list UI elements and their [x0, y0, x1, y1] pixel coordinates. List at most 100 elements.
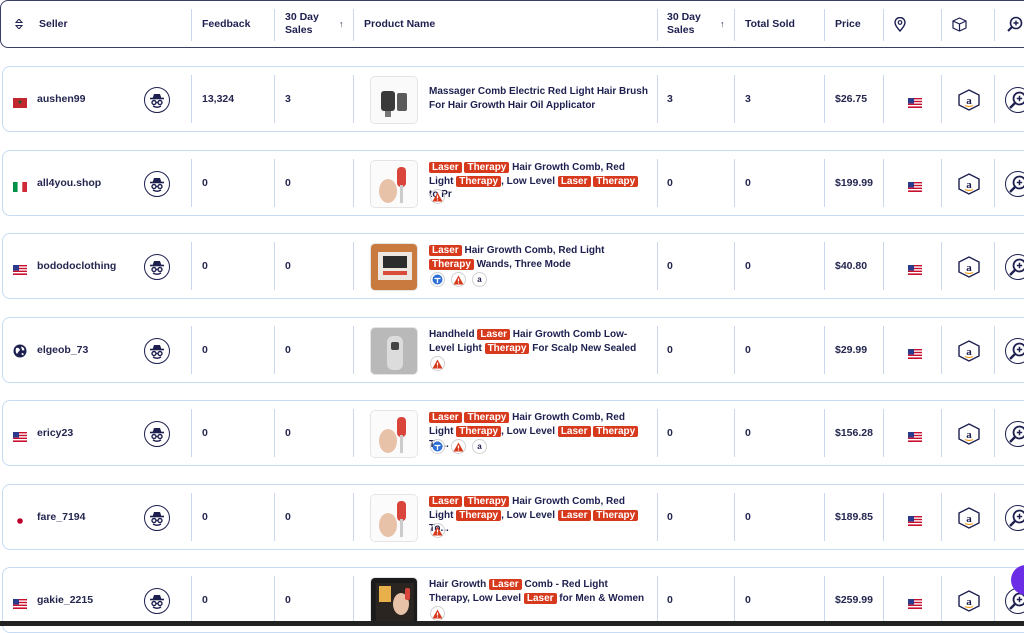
price: $199.99 [835, 177, 873, 189]
brand-icon[interactable] [430, 439, 445, 454]
price: $259.99 [835, 594, 873, 606]
product-name-link[interactable]: Massager Comb Electric Red Light Hair Br… [429, 85, 649, 112]
header-30-day-sales-2[interactable]: 30 Day Sales [667, 1, 701, 47]
warning-icon[interactable] [430, 523, 445, 538]
seller-name[interactable]: ericy23 [37, 427, 73, 439]
seller-name[interactable]: elgeob_73 [37, 344, 88, 356]
amazon-product-icon[interactable]: a [958, 507, 980, 529]
seller-name[interactable]: gakie_2215 [37, 594, 93, 606]
us-flag-icon [908, 262, 921, 271]
zoom-in-icon[interactable] [1005, 171, 1024, 197]
product-name-text: Hair Growth [429, 579, 489, 590]
keyword-highlight: Laser [489, 579, 522, 590]
product-badges: a [430, 439, 487, 454]
zoom-in-icon[interactable] [1005, 87, 1024, 113]
package-icon[interactable] [952, 1, 967, 47]
zoom-in-icon[interactable] [1005, 254, 1024, 280]
feedback-count: 0 [202, 260, 208, 272]
product-thumbnail[interactable] [370, 160, 418, 208]
product-badges [430, 606, 445, 621]
sales-30-day: 0 [285, 427, 291, 439]
table-row[interactable]: all4you.shop 0 0 Laser Therapy Hair Growth … [2, 150, 1024, 216]
us-flag-icon [13, 596, 27, 614]
us-flag-icon [908, 429, 921, 438]
header-product-name[interactable]: Product Name [364, 1, 435, 47]
sort-updown-icon[interactable] [15, 1, 23, 47]
product-name-link[interactable]: Laser Therapy Hair Growth Comb, Red Ligh… [429, 495, 649, 536]
spy-seller-icon[interactable] [144, 87, 170, 113]
product-name-link[interactable]: Laser Therapy Hair Growth Comb, Red Ligh… [429, 161, 649, 202]
zoom-in-icon[interactable] [1005, 505, 1024, 531]
keyword-highlight: Therapy [464, 496, 509, 507]
warning-icon[interactable] [430, 189, 445, 204]
sort-arrow-icon[interactable]: ↑ [339, 19, 344, 29]
svg-text:a: a [966, 429, 972, 441]
zoom-in-icon[interactable] [1005, 421, 1024, 447]
zoom-in-icon[interactable] [1007, 1, 1023, 47]
seller-name[interactable]: aushen99 [37, 93, 85, 105]
svg-text:a: a [966, 596, 972, 608]
keyword-highlight: Laser [429, 496, 462, 507]
product-thumbnail[interactable] [370, 494, 418, 542]
header-total-sold[interactable]: Total Sold [745, 1, 795, 47]
warning-icon[interactable] [430, 356, 445, 371]
total-sold: 0 [745, 260, 751, 272]
table-row[interactable]: fare_719400Laser Therapy Hair Growth Com… [2, 484, 1024, 550]
product-name-text: , Low Level [501, 510, 558, 521]
header-seller[interactable]: Seller [39, 1, 68, 47]
total-sold: 0 [745, 511, 751, 523]
product-thumbnail[interactable] [370, 410, 418, 458]
amazon-icon[interactable]: a [472, 439, 487, 454]
total-sold: 3 [745, 93, 751, 105]
header-30-day-sales[interactable]: 30 Day Sales [285, 1, 319, 47]
product-name-link[interactable]: Handheld Laser Hair Growth Comb Low-Leve… [429, 328, 649, 355]
spy-seller-icon[interactable] [144, 421, 170, 447]
amazon-icon[interactable]: a [472, 272, 487, 287]
us-flag-icon [908, 179, 921, 188]
seller-name[interactable]: fare_7194 [37, 511, 85, 523]
product-thumbnail[interactable] [370, 243, 418, 291]
spy-seller-icon[interactable] [144, 338, 170, 364]
spy-seller-icon[interactable] [144, 505, 170, 531]
warning-icon[interactable] [451, 439, 466, 454]
spy-seller-icon[interactable] [144, 254, 170, 280]
product-thumbnail[interactable] [370, 577, 418, 625]
keyword-highlight: Laser [524, 593, 557, 604]
keyword-highlight: Laser [429, 162, 462, 173]
product-name-link[interactable]: Laser Hair Growth Comb, Red Light Therap… [429, 244, 649, 271]
warning-icon[interactable] [451, 272, 466, 287]
product-thumbnail[interactable] [370, 76, 418, 124]
feedback-count: 0 [202, 427, 208, 439]
warning-icon[interactable] [430, 606, 445, 621]
amazon-product-icon[interactable]: a [958, 590, 980, 612]
spy-seller-icon[interactable] [144, 171, 170, 197]
sort-arrow-icon[interactable]: ↑ [720, 19, 725, 29]
seller-name[interactable]: bododoclothing [37, 260, 116, 272]
total-sold: 0 [745, 177, 751, 189]
price: $156.28 [835, 427, 873, 439]
brand-icon[interactable] [430, 272, 445, 287]
map-pin-icon[interactable] [894, 1, 906, 47]
sales-30-day: 0 [285, 344, 291, 356]
amazon-product-icon[interactable]: a [958, 89, 980, 111]
amazon-product-icon[interactable]: a [958, 173, 980, 195]
table-row[interactable]: elgeob_7300Handheld Laser Hair Growth Co… [2, 317, 1024, 383]
table-row[interactable]: ericy2300Laser Therapy Hair Growth Comb,… [2, 400, 1024, 466]
header-price[interactable]: Price [835, 1, 861, 47]
zoom-in-icon[interactable] [1005, 338, 1024, 364]
product-name-link[interactable]: Hair Growth Laser Comb - Red Light Thera… [429, 578, 649, 605]
table-row[interactable]: bododoclothing 0 0 Laser Hair Growth Comb, … [2, 233, 1024, 299]
feedback-count: 13,324 [202, 93, 234, 105]
header-feedback[interactable]: Feedback [202, 1, 250, 47]
amazon-product-icon[interactable]: a [958, 423, 980, 445]
total-sold: 0 [745, 427, 751, 439]
seller-name[interactable]: all4you.shop [37, 177, 101, 189]
table-row[interactable]: aushen99 13,324 3 Massager Comb Electric Re… [2, 66, 1024, 132]
sales-30-day-2: 3 [667, 93, 673, 105]
spy-seller-icon[interactable] [144, 588, 170, 614]
product-thumbnail[interactable] [370, 327, 418, 375]
amazon-product-icon[interactable]: a [958, 340, 980, 362]
us-flag-icon [908, 513, 921, 522]
amazon-product-icon[interactable]: a [958, 256, 980, 278]
sales-30-day: 0 [285, 177, 291, 189]
